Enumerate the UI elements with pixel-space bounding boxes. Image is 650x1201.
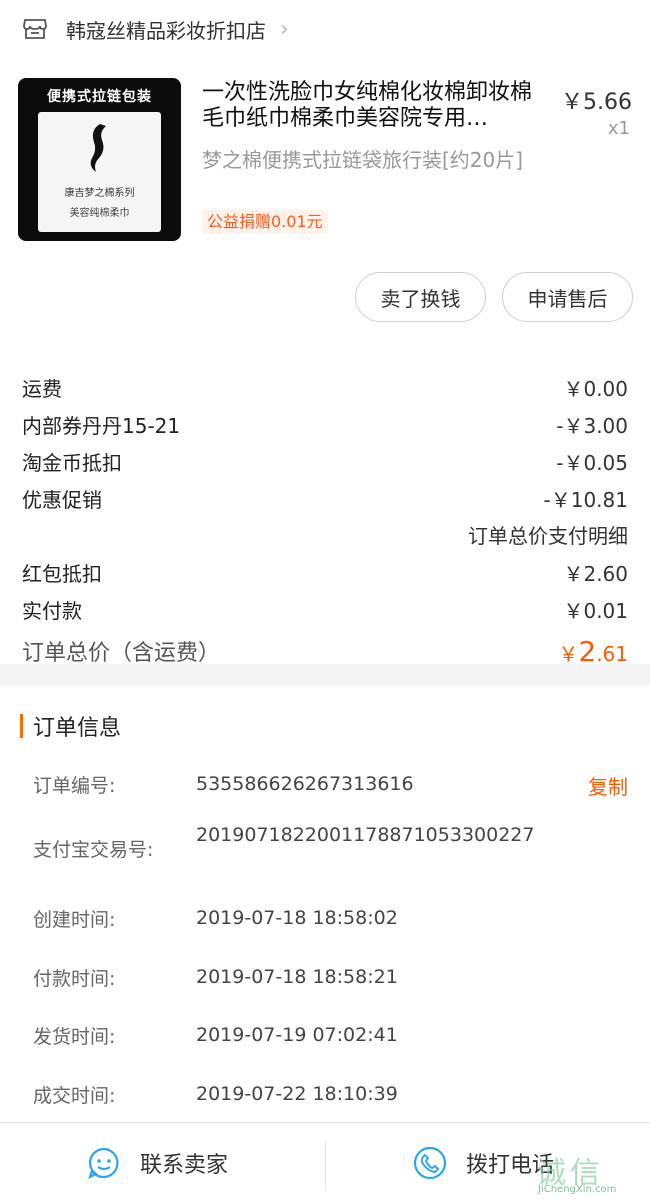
chevron-right-icon: ›: [280, 16, 289, 42]
completed-time-value: 2019-07-22 18:10:39: [196, 1083, 398, 1105]
shipped-time-label: 发货时间:: [33, 1026, 116, 1048]
after-sale-button[interactable]: 申请售后: [502, 272, 633, 322]
watermark-sub: JiChengXin.com: [538, 1184, 617, 1195]
thumb-line1: 康吉梦之棉系列: [64, 188, 135, 199]
fee-label: 运费: [22, 377, 62, 401]
fee-label: 实付款: [22, 599, 82, 623]
store-icon: [23, 19, 47, 39]
fee-row: 内部券丹丹15-21 -￥3.00: [0, 406, 650, 443]
created-time-label: 创建时间:: [33, 909, 116, 931]
silhouette-icon: [90, 124, 106, 172]
total-dec: .61: [596, 641, 628, 666]
fee-row: 优惠促销 -￥10.81: [0, 480, 650, 517]
order-number-value: 535586626267313616: [196, 773, 414, 795]
total-currency: ￥: [558, 641, 579, 666]
title-accent-bar: [20, 714, 23, 738]
sell-button[interactable]: 卖了换钱: [355, 272, 486, 322]
thumb-package: 康吉梦之棉系列 美容纯棉柔巾: [38, 112, 161, 232]
alipay-trade-value: 2019071822001178871053300227: [196, 824, 535, 846]
product-price: ￥5.66: [561, 90, 632, 115]
fee-row: 实付款 ￥0.01: [0, 591, 650, 628]
payment-detail-link[interactable]: 订单总价支付明细: [0, 516, 650, 553]
section-divider: [0, 664, 650, 686]
fee-row: 红包抵扣 ￥2.60: [0, 554, 650, 591]
chat-face-icon: [88, 1147, 119, 1179]
fee-label: 内部券丹丹15-21: [22, 414, 181, 438]
store-header[interactable]: 韩寇丝精品彩妆折扣店 ›: [0, 0, 650, 58]
order-number-label: 订单编号:: [33, 775, 116, 797]
fee-row: 运费 ￥0.00: [0, 369, 650, 406]
completed-time-label: 成交时间:: [33, 1085, 116, 1107]
fee-value: ￥0.01: [563, 599, 628, 623]
store-name: 韩寇丝精品彩妆折扣店: [66, 18, 266, 43]
fee-label: 优惠促销: [22, 488, 102, 512]
fee-label: 淘金币抵扣: [22, 451, 122, 475]
product-sku: 梦之棉便携式拉链袋旅行装[约20片]: [202, 148, 524, 172]
fee-label: 红包抵扣: [22, 562, 102, 586]
thumb-line2: 美容纯棉柔巾: [69, 208, 130, 219]
watermark-logo: 诚信 JiChengXin.com: [536, 1148, 646, 1200]
copy-button[interactable]: 复制: [588, 771, 628, 800]
payment-detail-label[interactable]: 订单总价支付明细: [468, 520, 628, 549]
fee-value: -￥3.00: [556, 414, 628, 438]
product-image[interactable]: 便携式拉链包装 康吉梦之棉系列 美容纯棉柔巾: [18, 78, 181, 241]
order-info-title: 订单信息: [20, 710, 121, 742]
total-value: ￥2.61: [558, 635, 628, 668]
call-button[interactable]: 拨打电话: [412, 1123, 554, 1201]
alipay-trade-label: 支付宝交易号:: [33, 839, 154, 861]
created-time-value: 2019-07-18 18:58:02: [196, 907, 398, 929]
phone-icon: [413, 1146, 447, 1179]
product-title[interactable]: 一次性洗脸巾女纯棉化妆棉卸妆棉毛巾纸巾棉柔巾美容院专用…: [202, 80, 538, 132]
contact-seller-label[interactable]: 联系卖家: [140, 1147, 228, 1179]
total-int: 2: [578, 634, 597, 668]
fee-value: ￥2.60: [563, 562, 628, 586]
fee-value: ￥0.00: [563, 377, 628, 401]
total-label: 订单总价（含运费）: [22, 641, 221, 666]
charity-tag: 公益捐赠0.01元: [202, 210, 328, 234]
product-item[interactable]: 便携式拉链包装 康吉梦之棉系列 美容纯棉柔巾 一次性洗脸巾女纯棉化妆棉卸妆棉毛巾…: [0, 70, 650, 250]
paid-time-value: 2019-07-18 18:58:21: [196, 966, 398, 988]
thumb-top-text: 便携式拉链包装: [47, 89, 152, 105]
paid-time-label: 付款时间:: [33, 968, 116, 990]
fee-value: -￥10.81: [543, 488, 628, 512]
product-quantity: x1: [607, 118, 630, 139]
order-info-title-text: 订单信息: [33, 716, 122, 741]
bottom-divider: [325, 1141, 326, 1189]
fee-row: 淘金币抵扣 -￥0.05: [0, 443, 650, 480]
shipped-time-value: 2019-07-19 07:02:41: [196, 1024, 398, 1046]
contact-seller-button[interactable]: 联系卖家: [86, 1123, 228, 1201]
fee-value: -￥0.05: [556, 451, 628, 475]
